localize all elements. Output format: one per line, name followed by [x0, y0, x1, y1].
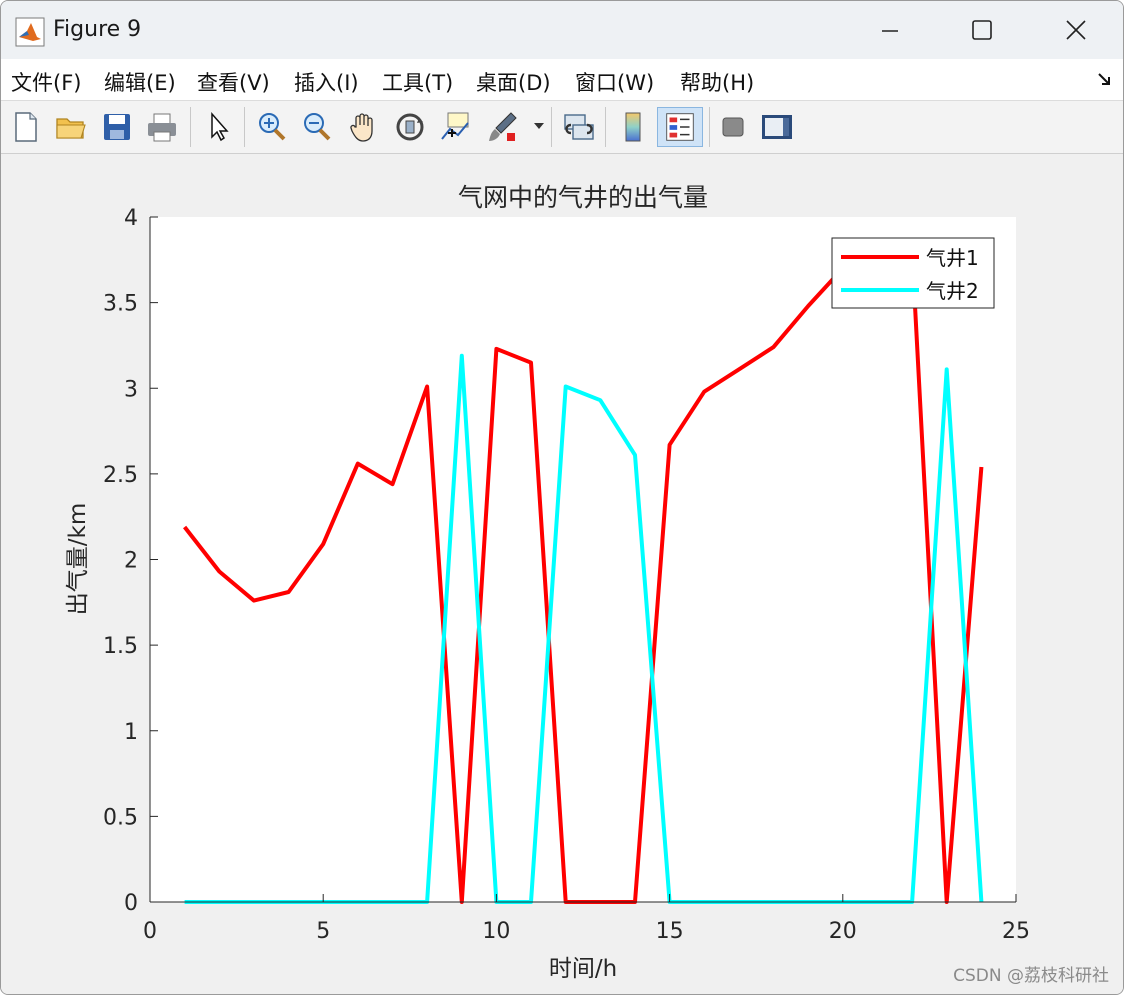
link-plot-icon[interactable] [561, 109, 597, 145]
menu-desktop[interactable]: 桌面(D) [476, 67, 551, 97]
menu-tools[interactable]: 工具(T) [382, 67, 453, 97]
new-figure-icon[interactable] [8, 109, 44, 145]
chart-title: 气网中的气井的出气量 [458, 183, 708, 212]
select-arrow-icon[interactable] [201, 109, 237, 145]
zoom-in-icon[interactable] [254, 109, 290, 145]
toolbar-separator [190, 107, 191, 147]
x-tick-label: 25 [1002, 919, 1030, 944]
minimize-icon [882, 30, 898, 32]
menu-edit[interactable]: 编辑(E) [104, 67, 176, 97]
hide-plot-tools-icon[interactable] [715, 109, 751, 145]
toolbar [1, 101, 1123, 154]
x-tick-label: 20 [829, 919, 857, 944]
x-tick-label: 5 [316, 919, 330, 944]
x-tick-label: 0 [143, 919, 157, 944]
toolbar-separator [551, 107, 552, 147]
menu-file[interactable]: 文件(F) [11, 67, 81, 97]
rotate-3d-icon[interactable] [392, 109, 428, 145]
data-cursor-icon[interactable] [438, 109, 474, 145]
y-tick-label: 1 [124, 720, 138, 745]
y-tick-label: 0 [124, 891, 138, 916]
figure-canvas-area: 0 5 10 15 20 25 0 0.5 1 1.5 2 2.5 3 3.5 4 气网中的气井的出气量 时… [1, 154, 1123, 994]
y-axis-label: 出气量/km [65, 503, 91, 615]
minimize-button[interactable] [867, 9, 913, 51]
axes-background [150, 217, 1016, 902]
close-icon [1066, 20, 1086, 40]
plot-canvas[interactable]: 0 5 10 15 20 25 0 0.5 1 1.5 2 2.5 3 3.5 4 气网中的气井的出气量 时… [1, 154, 1123, 994]
y-tick-label: 1.5 [103, 634, 138, 659]
toolbar-separator [709, 107, 710, 147]
zoom-out-icon[interactable] [299, 109, 335, 145]
menu-view[interactable]: 查看(V) [197, 67, 270, 97]
watermark: CSDN @荔枝科研社 [953, 966, 1109, 986]
maximize-icon [972, 20, 992, 40]
show-plot-tools-icon[interactable] [759, 109, 795, 145]
menu-window[interactable]: 窗口(W) [575, 67, 654, 97]
legend[interactable]: 气井1 气井2 [831, 237, 995, 309]
matlab-logo-icon [15, 17, 45, 47]
maximize-button[interactable] [959, 9, 1005, 51]
colorbar-icon[interactable] [615, 109, 651, 145]
y-tick-label: 2.5 [103, 463, 138, 488]
brush-dropdown-icon[interactable] [533, 121, 545, 131]
x-tick-label: 10 [482, 919, 510, 944]
y-tick-label: 2 [124, 549, 138, 574]
legend-label-series-1: 气井1 [926, 246, 979, 270]
menu-insert[interactable]: 插入(I) [294, 67, 359, 97]
legend-icon[interactable] [657, 107, 703, 147]
menu-bar: 文件(F) 编辑(E) 查看(V) 插入(I) 工具(T) 桌面(D) 窗口(W… [1, 59, 1123, 101]
menu-help[interactable]: 帮助(H) [680, 67, 754, 97]
y-tick-label: 3 [124, 377, 138, 402]
pan-hand-icon[interactable] [346, 109, 382, 145]
y-tick-label: 4 [124, 206, 138, 231]
legend-label-series-2: 气井2 [926, 279, 979, 303]
window-title: Figure 9 [53, 17, 142, 42]
y-tick-label: 3.5 [103, 292, 138, 317]
save-icon[interactable] [99, 109, 135, 145]
close-button[interactable] [1053, 9, 1099, 51]
x-tick-label: 15 [656, 919, 684, 944]
dock-arrow-icon[interactable] [1097, 71, 1113, 87]
toolbar-separator [605, 107, 606, 147]
x-axis-label: 时间/h [549, 956, 617, 982]
brush-icon[interactable] [485, 109, 521, 145]
print-icon[interactable] [144, 109, 180, 145]
figure-window: Figure 9 文件(F) 编辑(E) 查看(V) 插入(I) 工具(T) 桌… [0, 0, 1124, 995]
title-bar[interactable]: Figure 9 [1, 1, 1123, 59]
open-folder-icon[interactable] [53, 109, 89, 145]
toolbar-separator [244, 107, 245, 147]
y-tick-label: 0.5 [103, 805, 138, 830]
